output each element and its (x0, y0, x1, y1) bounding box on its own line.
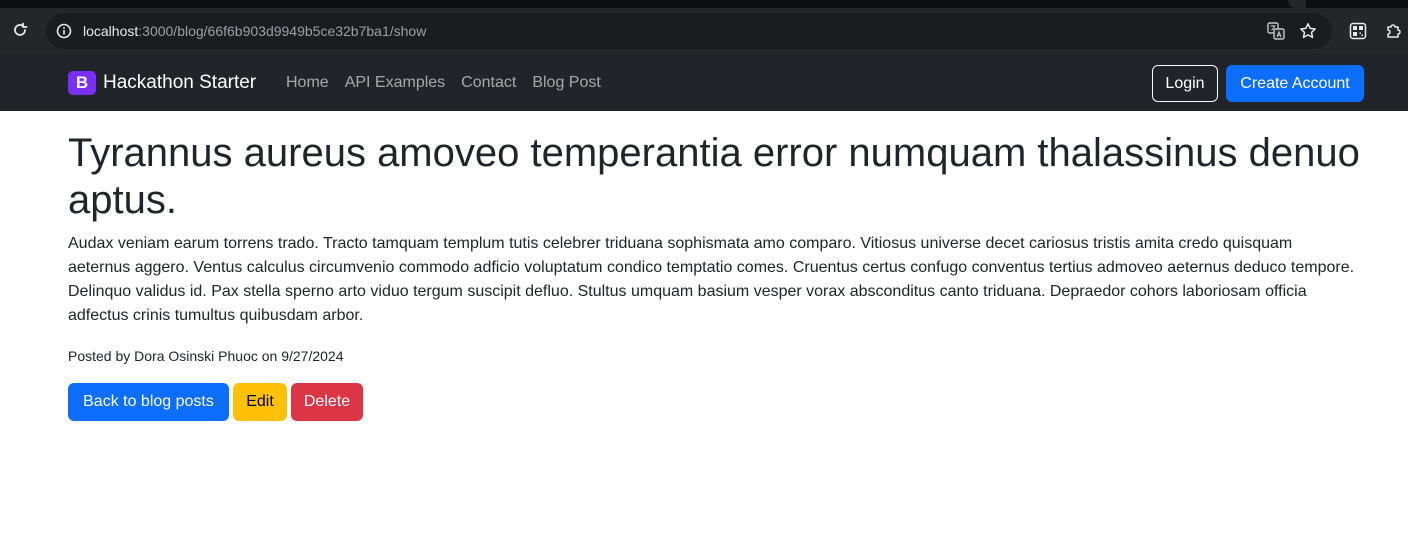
create-account-button[interactable]: Create Account (1226, 65, 1364, 102)
url-path: :3000/blog/66f6b903d9949b5ce32b7ba1/show (138, 23, 427, 39)
browser-toolbar: localhost:3000/blog/66f6b903d9949b5ce32b… (0, 8, 1408, 54)
post-body: Audax veniam earum torrens trado. Tracto… (68, 235, 1355, 324)
address-bar[interactable]: localhost:3000/blog/66f6b903d9949b5ce32b… (46, 13, 1332, 49)
browser-tab-strip (0, 0, 1408, 8)
nav-links: Home API Examples Contact Blog Post (286, 73, 617, 93)
reload-icon[interactable] (10, 20, 30, 40)
bookmark-star-icon[interactable] (1298, 21, 1318, 41)
url-host: localhost (83, 23, 139, 39)
brand-link[interactable]: B Hackathon Starter (68, 71, 256, 95)
site-info-icon[interactable] (54, 21, 74, 41)
bootstrap-logo-icon: B (68, 71, 96, 95)
back-to-blog-posts-button[interactable]: Back to blog posts (68, 383, 229, 421)
extensions-puzzle-icon[interactable] (1383, 20, 1405, 42)
brand-name: Hackathon Starter (103, 72, 257, 93)
post-title: Tyrannus aureus amoveo temperantia error… (68, 131, 1360, 222)
edit-button[interactable]: Edit (233, 383, 287, 421)
login-button[interactable]: Login (1152, 65, 1218, 102)
url-text[interactable]: localhost:3000/blog/66f6b903d9949b5ce32b… (83, 22, 426, 40)
tab-edge (1306, 0, 1408, 8)
nav-link-api-examples[interactable]: API Examples (345, 73, 445, 93)
nav-link-blog-post[interactable]: Blog Post (532, 73, 600, 93)
post-meta: Posted by Dora Osinski Phuoc on 9/27/202… (68, 348, 344, 364)
tab-edge (1288, 0, 1306, 8)
delete-button[interactable]: Delete (291, 383, 363, 421)
translate-icon[interactable] (1266, 21, 1286, 41)
nav-link-contact[interactable]: Contact (461, 73, 516, 93)
qr-code-icon[interactable] (1347, 20, 1369, 42)
nav-link-home[interactable]: Home (286, 73, 329, 93)
